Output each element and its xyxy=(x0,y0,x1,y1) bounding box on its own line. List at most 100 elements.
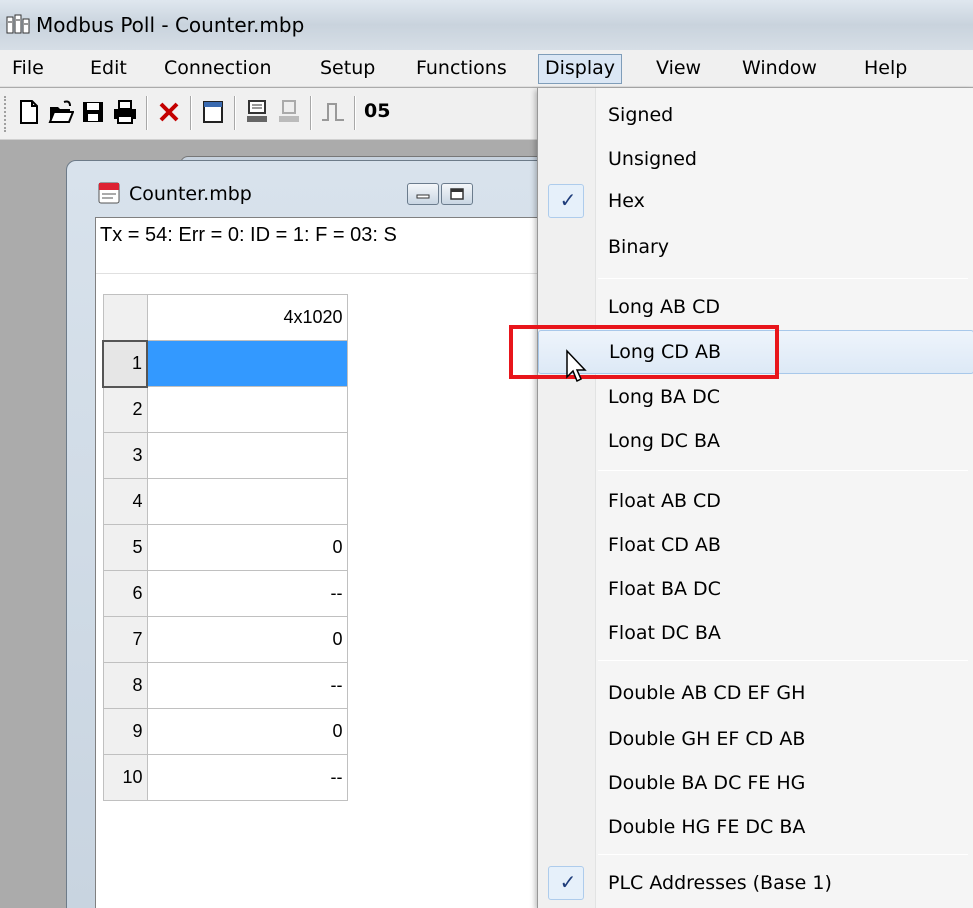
menu-item-double-ba-dc-fe-hg[interactable]: Double BA DC FE HG xyxy=(538,762,973,806)
menu-file[interactable]: File xyxy=(6,54,50,84)
menu-item-float-cd-ab[interactable]: Float CD AB xyxy=(538,524,973,568)
register-cell[interactable]: 0 xyxy=(146,524,348,571)
restore-icon xyxy=(450,188,464,200)
menu-separator xyxy=(598,854,968,855)
menu-bar: File Edit Connection Setup Functions Dis… xyxy=(0,50,973,87)
table-row: 9 0 xyxy=(102,708,348,755)
menu-item-hex[interactable]: ✓ Hex xyxy=(538,180,973,224)
row-header[interactable]: 2 xyxy=(102,386,148,433)
toolbar-grip[interactable] xyxy=(4,96,8,132)
row-header[interactable]: 3 xyxy=(102,432,148,479)
table-row: 8 -- xyxy=(102,662,348,709)
toolbar-separator xyxy=(234,96,236,130)
menu-item-label: Hex xyxy=(608,190,645,212)
row-header[interactable]: 9 xyxy=(102,708,148,755)
new-document-icon[interactable] xyxy=(16,98,42,126)
row-header[interactable]: 5 xyxy=(102,524,148,571)
display-menu-dropdown: Signed Unsigned ✓ Hex Binary Long AB CD … xyxy=(537,88,973,908)
mouse-cursor-icon xyxy=(566,349,587,383)
row-header[interactable]: 8 xyxy=(102,662,148,709)
menu-item-label: Double GH EF CD AB xyxy=(608,728,806,750)
child-window-title: Counter.mbp xyxy=(129,183,252,205)
menu-item-label: Unsigned xyxy=(608,148,697,170)
menu-item-double-gh-ef-cd-ab[interactable]: Double GH EF CD AB xyxy=(538,718,973,762)
row-header[interactable]: 1 xyxy=(102,339,148,388)
menu-edit[interactable]: Edit xyxy=(84,54,133,84)
register-cell[interactable] xyxy=(146,432,348,479)
menu-connection[interactable]: Connection xyxy=(158,54,278,84)
register-cell[interactable]: -- xyxy=(146,754,348,801)
menu-item-label: Signed xyxy=(608,104,674,126)
menu-functions[interactable]: Functions xyxy=(410,54,513,84)
menu-item-label: Binary xyxy=(608,236,670,258)
minimize-icon xyxy=(416,194,430,199)
window-icon[interactable] xyxy=(200,98,226,126)
table-row: 3 xyxy=(102,432,348,479)
column-header[interactable]: 4x1020 xyxy=(146,294,348,341)
highlight-annotation xyxy=(509,325,779,379)
toolbar-function-code[interactable]: 05 xyxy=(364,100,390,122)
open-folder-icon[interactable] xyxy=(48,98,74,126)
pulse-icon[interactable] xyxy=(320,98,346,126)
menu-item-unsigned[interactable]: Unsigned xyxy=(538,138,973,182)
toolbar-separator xyxy=(354,96,356,130)
menu-item-double-hg-fe-dc-ba[interactable]: Double HG FE DC BA xyxy=(538,806,973,850)
delete-icon[interactable] xyxy=(156,98,182,126)
check-icon: ✓ xyxy=(559,870,577,894)
register-cell[interactable]: -- xyxy=(146,662,348,709)
row-header[interactable]: 4 xyxy=(102,478,148,525)
toolbar-separator xyxy=(190,96,192,130)
register-cell[interactable]: 0 xyxy=(146,708,348,755)
menu-item-label: Long AB CD xyxy=(608,296,720,318)
register-cell[interactable]: -- xyxy=(146,570,348,617)
print-icon[interactable] xyxy=(112,98,138,126)
grid-corner[interactable] xyxy=(102,294,148,341)
menu-item-binary[interactable]: Binary xyxy=(538,226,973,270)
table-row: 5 0 xyxy=(102,524,348,571)
menu-separator xyxy=(598,470,968,471)
connect-icon[interactable] xyxy=(244,98,270,126)
menu-item-float-dc-ba[interactable]: Float DC BA xyxy=(538,612,973,656)
title-bar: Modbus Poll - Counter.mbp xyxy=(0,0,973,50)
restore-button[interactable] xyxy=(441,183,473,205)
menu-item-float-ab-cd[interactable]: Float AB CD xyxy=(538,480,973,524)
menu-item-signed[interactable]: Signed xyxy=(538,94,973,138)
menu-window[interactable]: Window xyxy=(736,54,823,84)
table-row: 4 xyxy=(102,478,348,525)
menu-item-label: Double AB CD EF GH xyxy=(608,682,806,704)
menu-item-float-ba-dc[interactable]: Float BA DC xyxy=(538,568,973,612)
register-cell[interactable]: 0 xyxy=(146,616,348,663)
save-icon[interactable] xyxy=(80,98,106,126)
app-icon xyxy=(6,14,30,34)
menu-item-double-ab-cd-ef-gh[interactable]: Double AB CD EF GH xyxy=(538,672,973,716)
table-row: 6 -- xyxy=(102,570,348,617)
menu-item-plc-addresses[interactable]: ✓ PLC Addresses (Base 1) xyxy=(538,862,973,906)
menu-item-label: Double HG FE DC BA xyxy=(608,816,806,838)
menu-item-label: Float BA DC xyxy=(608,578,721,600)
row-header[interactable]: 7 xyxy=(102,616,148,663)
menu-item-long-ba-dc[interactable]: Long BA DC xyxy=(538,376,973,420)
table-row: 2 xyxy=(102,386,348,433)
menu-item-label: Float AB CD xyxy=(608,490,721,512)
check-icon: ✓ xyxy=(559,188,577,212)
menu-item-label: Long BA DC xyxy=(608,386,720,408)
menu-item-label: Long DC BA xyxy=(608,430,720,452)
row-header[interactable]: 6 xyxy=(102,570,148,617)
register-cell[interactable] xyxy=(146,386,348,433)
register-cell[interactable] xyxy=(146,340,348,387)
menu-view[interactable]: View xyxy=(650,54,707,84)
menu-item-label: Double BA DC FE HG xyxy=(608,772,806,794)
toolbar-separator xyxy=(310,96,312,130)
minimize-button[interactable] xyxy=(407,183,439,205)
menu-help[interactable]: Help xyxy=(858,54,913,84)
document-icon xyxy=(98,182,120,204)
menu-item-long-dc-ba[interactable]: Long DC BA xyxy=(538,420,973,464)
register-cell[interactable] xyxy=(146,478,348,525)
menu-separator xyxy=(598,278,968,279)
register-grid: 4x1020 1 2 3 4 5 0 6 -- 7 0 8 -- 9 0 10 … xyxy=(102,294,348,801)
menu-display[interactable]: Display xyxy=(538,54,623,84)
disconnect-icon[interactable] xyxy=(276,98,302,126)
row-header[interactable]: 10 xyxy=(102,754,148,801)
menu-item-long-ab-cd[interactable]: Long AB CD xyxy=(538,286,973,330)
menu-setup[interactable]: Setup xyxy=(314,54,381,84)
